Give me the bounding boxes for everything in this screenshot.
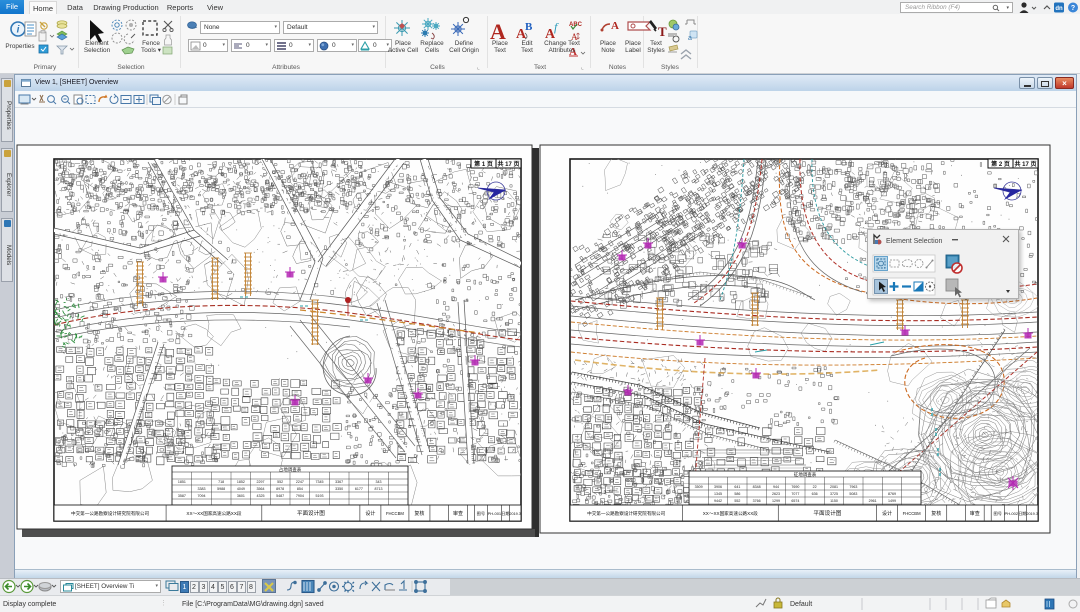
svg-text:854: 854 bbox=[297, 487, 303, 491]
svg-text:3601: 3601 bbox=[237, 494, 245, 498]
svg-text:3564: 3564 bbox=[257, 487, 265, 491]
svg-text:3725: 3725 bbox=[830, 492, 838, 496]
svg-text:9442: 9442 bbox=[714, 499, 722, 503]
svg-text:Element Selection: Element Selection bbox=[886, 238, 943, 245]
svg-text:1150: 1150 bbox=[830, 499, 838, 503]
svg-text:FHCCBM: FHCCBM bbox=[903, 511, 921, 516]
svg-text:3383: 3383 bbox=[198, 487, 206, 491]
svg-text:第 1 页: 第 1 页 bbox=[473, 160, 493, 168]
svg-text:1345: 1345 bbox=[714, 492, 722, 496]
svg-text:2247: 2247 bbox=[296, 480, 304, 484]
svg-text:占地调查表: 占地调查表 bbox=[279, 466, 302, 473]
svg-text:共 17 页: 共 17 页 bbox=[497, 160, 519, 168]
svg-text:552: 552 bbox=[734, 499, 740, 503]
svg-text:3587: 3587 bbox=[178, 494, 186, 498]
svg-text:2623: 2623 bbox=[772, 492, 780, 496]
svg-text:XX～XX国家高速公路XX段: XX～XX国家高速公路XX段 bbox=[186, 510, 242, 517]
svg-text:2019.3: 2019.3 bbox=[509, 512, 521, 516]
svg-text:7077: 7077 bbox=[791, 492, 799, 496]
svg-text:FHCCBM: FHCCBM bbox=[386, 511, 404, 516]
svg-text:7963: 7963 bbox=[849, 485, 857, 489]
svg-text:2961: 2961 bbox=[869, 499, 877, 503]
svg-text:7094: 7094 bbox=[198, 494, 206, 498]
svg-text:平面设计图: 平面设计图 bbox=[297, 509, 325, 517]
svg-text:8769: 8769 bbox=[888, 492, 896, 496]
svg-text:PH-001: PH-001 bbox=[488, 511, 502, 516]
svg-text:征地调查表: 征地调查表 bbox=[794, 471, 817, 478]
svg-text:中交第一公路勘察设计研究院有限公司: 中交第一公路勘察设计研究院有限公司 bbox=[587, 510, 666, 517]
svg-text:552: 552 bbox=[277, 480, 283, 484]
svg-text:6177: 6177 bbox=[355, 487, 363, 491]
svg-text:5487: 5487 bbox=[276, 494, 284, 498]
svg-text:8348: 8348 bbox=[753, 485, 761, 489]
svg-text:共 17 页: 共 17 页 bbox=[1014, 160, 1036, 168]
svg-text:PH-002: PH-002 bbox=[1005, 511, 1019, 516]
svg-text:5083: 5083 bbox=[849, 492, 857, 496]
svg-text:2019.3: 2019.3 bbox=[1026, 512, 1038, 516]
svg-text:平面设计图: 平面设计图 bbox=[813, 509, 841, 517]
svg-text:审查: 审查 bbox=[970, 510, 980, 517]
svg-text:1851: 1851 bbox=[178, 480, 186, 484]
svg-text:1499: 1499 bbox=[888, 499, 896, 503]
svg-text:8978: 8978 bbox=[276, 487, 284, 491]
svg-text:3906: 3906 bbox=[714, 485, 722, 489]
svg-text:7904: 7904 bbox=[296, 494, 304, 498]
svg-text:3509: 3509 bbox=[695, 485, 703, 489]
svg-text:586: 586 bbox=[734, 492, 740, 496]
svg-text:5193: 5193 bbox=[316, 494, 324, 498]
svg-text:944: 944 bbox=[773, 485, 779, 489]
svg-text:2297: 2297 bbox=[257, 480, 265, 484]
svg-text:设计: 设计 bbox=[365, 510, 375, 517]
svg-text:636: 636 bbox=[812, 492, 818, 496]
svg-text:3367: 3367 bbox=[335, 480, 343, 484]
svg-text:2081: 2081 bbox=[830, 485, 838, 489]
svg-text:7345: 7345 bbox=[316, 480, 324, 484]
svg-text:XX～XX国家高速公路XX段: XX～XX国家高速公路XX段 bbox=[703, 510, 759, 517]
svg-text:3350: 3350 bbox=[335, 487, 343, 491]
svg-text:22: 22 bbox=[813, 485, 817, 489]
svg-text:1299: 1299 bbox=[772, 499, 780, 503]
svg-text:审查: 审查 bbox=[453, 510, 463, 517]
svg-text:5988: 5988 bbox=[217, 487, 225, 491]
svg-text:复核: 复核 bbox=[414, 510, 424, 517]
svg-text:日期: 日期 bbox=[501, 510, 509, 516]
svg-text:718: 718 bbox=[218, 480, 224, 484]
svg-text:3766: 3766 bbox=[753, 499, 761, 503]
svg-text:8713: 8713 bbox=[375, 487, 383, 491]
svg-text:复核: 复核 bbox=[931, 510, 941, 517]
svg-text:4049: 4049 bbox=[237, 487, 245, 491]
svg-text:日期: 日期 bbox=[1018, 510, 1026, 516]
svg-text:6574: 6574 bbox=[791, 499, 799, 503]
svg-text:641: 641 bbox=[734, 485, 740, 489]
svg-text:343: 343 bbox=[376, 480, 382, 484]
svg-text:4325: 4325 bbox=[257, 494, 265, 498]
svg-text:设计: 设计 bbox=[882, 510, 892, 517]
svg-text:1852: 1852 bbox=[237, 480, 245, 484]
svg-text:7690: 7690 bbox=[791, 485, 799, 489]
svg-text:第 2 页: 第 2 页 bbox=[990, 160, 1010, 168]
svg-text:中交第一公路勘察设计研究院有限公司: 中交第一公路勘察设计研究院有限公司 bbox=[71, 510, 150, 517]
